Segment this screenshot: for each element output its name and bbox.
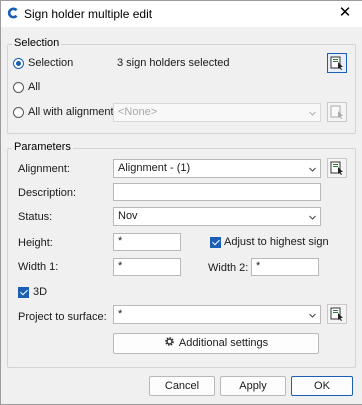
status-combo-value: Nov xyxy=(118,210,138,222)
status-label: Status: xyxy=(18,211,53,223)
width1-field[interactable]: * xyxy=(113,258,181,276)
alignment-filter-combo: <None> xyxy=(113,103,321,122)
radio-all-label[interactable]: All xyxy=(28,81,40,93)
chevron-down-icon xyxy=(309,313,316,318)
radio-selection-label[interactable]: Selection xyxy=(28,57,73,69)
three-d-checkbox[interactable] xyxy=(18,287,29,298)
additional-settings-label: Additional settings xyxy=(178,337,269,349)
pick-object-icon xyxy=(330,161,343,175)
alignment-combo[interactable]: Alignment - (1) xyxy=(113,159,321,178)
selection-group-label: Selection xyxy=(12,37,62,49)
pick-selection-button[interactable] xyxy=(327,53,347,73)
radio-all-with-alignment[interactable] xyxy=(13,107,24,118)
pick-alignment-filter-button xyxy=(327,102,347,122)
window-title: Sign holder multiple edit xyxy=(24,7,153,21)
height-field[interactable]: * xyxy=(113,233,181,251)
width2-label: Width 2: xyxy=(208,262,249,274)
apply-button[interactable]: Apply xyxy=(220,376,286,396)
title-bar: Sign holder multiple edit ✕ xyxy=(1,1,362,27)
radio-all-with-alignment-label[interactable]: All with alignment xyxy=(28,106,114,118)
pick-alignment-button[interactable] xyxy=(327,158,347,178)
cancel-button[interactable]: Cancel xyxy=(149,376,215,396)
ok-button[interactable]: OK xyxy=(291,376,353,396)
alignment-filter-value: <None> xyxy=(118,106,158,118)
description-field[interactable] xyxy=(113,183,321,201)
project-to-surface-value: * xyxy=(118,308,123,320)
pick-object-icon xyxy=(330,105,343,119)
adjust-to-highest-sign-label[interactable]: Adjust to highest sign xyxy=(224,236,329,248)
height-label: Height: xyxy=(18,237,53,249)
description-label: Description: xyxy=(18,187,77,199)
pick-object-icon xyxy=(330,307,343,321)
project-to-surface-label: Project to surface: xyxy=(18,311,107,323)
selection-info: 3 sign holders selected xyxy=(117,57,230,69)
close-icon[interactable]: ✕ xyxy=(336,4,354,22)
pick-surface-button[interactable] xyxy=(327,304,347,324)
three-d-label[interactable]: 3D xyxy=(33,286,47,298)
gear-icon xyxy=(165,337,174,346)
alignment-label: Alignment: xyxy=(18,163,70,175)
pick-object-icon xyxy=(330,56,343,70)
alignment-combo-value: Alignment - (1) xyxy=(118,162,191,174)
width2-field[interactable]: * xyxy=(251,258,319,276)
radio-selection[interactable] xyxy=(13,58,24,69)
status-combo[interactable]: Nov xyxy=(113,207,321,226)
parameters-group-label: Parameters xyxy=(12,141,73,153)
adjust-to-highest-sign-checkbox[interactable] xyxy=(210,237,221,248)
chevron-down-icon xyxy=(309,111,316,116)
project-to-surface-combo[interactable]: * xyxy=(113,305,321,324)
chevron-down-icon xyxy=(309,167,316,172)
chevron-down-icon xyxy=(309,215,316,220)
dialog-window: Sign holder multiple edit ✕ Selection Se… xyxy=(0,0,362,405)
width1-label: Width 1: xyxy=(18,261,59,273)
radio-all[interactable] xyxy=(13,82,24,93)
additional-settings-button[interactable]: Additional settings xyxy=(113,333,319,354)
app-icon xyxy=(7,7,18,19)
